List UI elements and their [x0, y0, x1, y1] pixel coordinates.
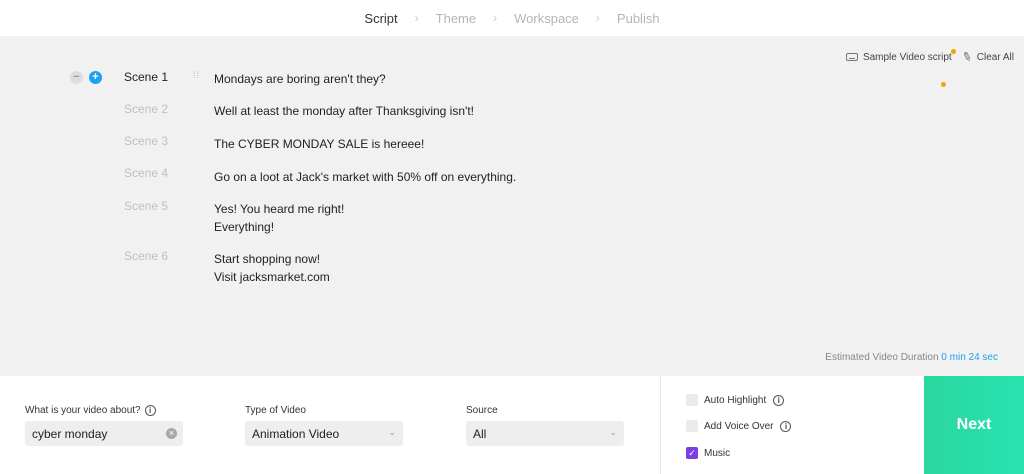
clear-input-icon[interactable]: ×	[166, 428, 177, 439]
auto-highlight-label: Auto Highlight	[704, 394, 767, 406]
scene-label-2[interactable]: Scene 2	[124, 102, 168, 116]
music-checkbox[interactable]: ✓	[686, 447, 698, 459]
source-label: Source	[466, 405, 498, 416]
voice-over-label: Add Voice Over	[704, 420, 774, 432]
info-icon[interactable]: i	[144, 405, 156, 416]
scene-line: Everything!	[214, 220, 275, 234]
step-publish[interactable]: Publish	[617, 11, 660, 26]
brush-icon: ✎	[959, 48, 974, 66]
auto-highlight-checkbox[interactable]	[686, 394, 698, 406]
drag-handle-icon[interactable]: ⁞⁞	[193, 71, 201, 83]
scene-label-5[interactable]: Scene 5	[124, 199, 168, 213]
scene-line: Start shopping now!	[214, 252, 321, 266]
add-voice-over-option[interactable]: Add Voice Over i	[686, 420, 792, 432]
scene-text-4[interactable]: Go on a loot at Jack's market with 50% o…	[214, 168, 516, 186]
add-scene-button[interactable]: +	[89, 71, 102, 84]
scene-label-1[interactable]: Scene 1	[124, 70, 168, 84]
scene-label-4[interactable]: Scene 4	[124, 166, 168, 180]
estimated-duration: Estimated Video Duration 0 min 24 sec	[825, 352, 998, 363]
video-type-select[interactable]: Animation Video ⌄	[245, 421, 403, 446]
remove-scene-button[interactable]: −	[70, 71, 83, 84]
scene-line: The CYBER MONDAY SALE is hereee!	[214, 137, 425, 151]
duration-value: 0 min 24 sec	[941, 352, 998, 363]
chevron-down-icon: ⌄	[388, 427, 396, 437]
scene-line: Visit jacksmarket.com	[214, 270, 330, 284]
scene-line: Mondays are boring aren't they?	[214, 72, 386, 86]
step-script[interactable]: Script	[364, 11, 397, 26]
scene-label-6[interactable]: Scene 6	[124, 249, 168, 263]
step-theme[interactable]: Theme	[436, 11, 476, 26]
music-label: Music	[704, 447, 731, 459]
scene-label-3[interactable]: Scene 3	[124, 134, 168, 148]
clear-all-button[interactable]: ✎ Clear All	[959, 48, 1014, 66]
wizard-steps: Script › Theme › Workspace › Publish	[0, 0, 1024, 36]
scene-text-3[interactable]: The CYBER MONDAY SALE is hereee!	[214, 135, 424, 153]
chevron-right-icon: ›	[595, 11, 600, 25]
notification-dot	[950, 48, 956, 54]
clear-all-label: Clear All	[976, 51, 1014, 63]
info-icon[interactable]: i	[773, 394, 785, 406]
sample-video-script-label: Sample Video script	[862, 51, 952, 63]
video-about-input[interactable]: cyber monday ×	[25, 421, 183, 446]
notification-dot	[941, 82, 946, 87]
voice-over-checkbox[interactable]	[686, 420, 698, 432]
script-tools: Sample Video script ✎ Clear All	[845, 48, 1014, 66]
scene-line: Yes! You heard me right!	[214, 202, 345, 216]
video-type-label: Type of Video	[245, 405, 306, 416]
scene-text-6[interactable]: Start shopping now! Visit jacksmarket.co…	[214, 250, 330, 286]
chevron-down-icon: ⌄	[609, 427, 617, 437]
video-settings-panel: What is your video about? i cyber monday …	[0, 376, 1024, 474]
chevron-right-icon: ›	[493, 11, 498, 25]
source-value: All	[473, 427, 487, 441]
info-icon[interactable]: i	[780, 420, 792, 432]
next-button[interactable]: Next	[924, 376, 1024, 474]
keyboard-icon	[845, 53, 858, 61]
scene-text-5[interactable]: Yes! You heard me right! Everything!	[214, 200, 344, 236]
scene-text-1[interactable]: Mondays are boring aren't they?	[214, 70, 386, 88]
scene-row-controls: − +	[70, 71, 102, 84]
scene-line: Well at least the monday after Thanksgiv…	[214, 104, 474, 118]
script-editor: Sample Video script ✎ Clear All − + ⁞⁞ S…	[0, 36, 1024, 376]
scene-line: Go on a loot at Jack's market with 50% o…	[214, 170, 517, 184]
duration-label: Estimated Video Duration	[825, 352, 939, 363]
auto-highlight-option[interactable]: Auto Highlight i	[686, 394, 785, 406]
video-about-value: cyber monday	[32, 427, 108, 441]
sample-video-script-button[interactable]: Sample Video script	[845, 48, 956, 63]
music-option[interactable]: ✓ Music	[686, 447, 730, 459]
about-field-label: What is your video about? i	[25, 405, 156, 416]
chevron-right-icon: ›	[414, 11, 419, 25]
video-type-value: Animation Video	[252, 427, 340, 441]
source-select[interactable]: All ⌄	[466, 421, 624, 446]
step-workspace[interactable]: Workspace	[514, 11, 579, 26]
about-label-text: What is your video about?	[25, 405, 141, 416]
scene-text-2[interactable]: Well at least the monday after Thanksgiv…	[214, 102, 474, 120]
divider	[660, 376, 661, 474]
